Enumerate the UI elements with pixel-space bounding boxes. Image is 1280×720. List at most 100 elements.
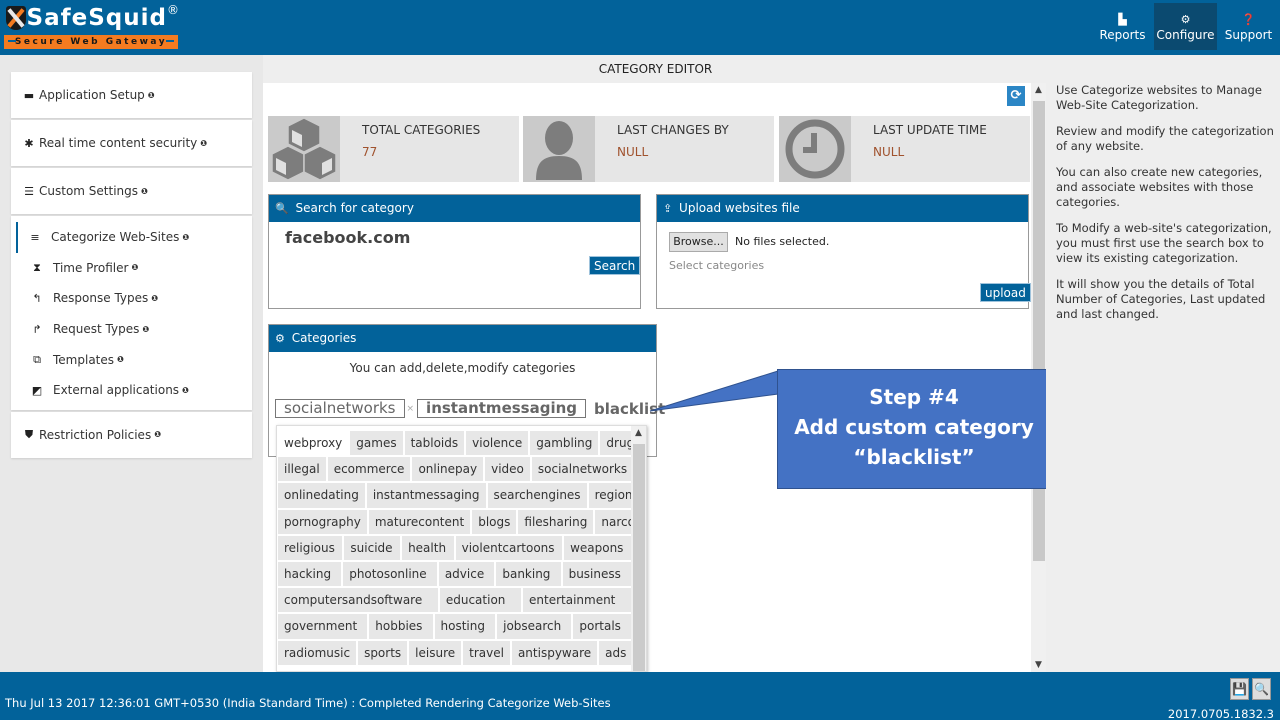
category-option[interactable]: socialnetworks [531,457,636,484]
category-option[interactable]: hobbies [369,614,435,641]
info-icon[interactable]: ❶ [151,294,158,303]
shield-icon: ⛊ [24,427,34,441]
sidebar-item-label: Categorize Web-Sites [51,230,180,245]
scroll-up-icon[interactable]: ▲ [1031,85,1046,95]
option-row: onlinedating instantmessaging searchengine… [278,483,646,510]
info-icon[interactable]: ❶ [148,91,155,100]
sidebar-item-time-profiler[interactable]: ⧗ Time Profiler ❶ [18,253,252,284]
info-icon[interactable]: ❶ [142,325,149,334]
category-option[interactable]: business [562,561,634,589]
category-option[interactable]: violentcartoons [455,535,565,562]
nav-configure[interactable]: ⚙ Configure [1154,3,1217,50]
file-status: No files selected. [735,235,830,248]
category-option[interactable]: health [402,535,456,562]
search-button[interactable]: Search [589,256,641,275]
remove-tag-icon[interactable]: × [407,404,415,414]
category-option[interactable]: religious [278,535,345,562]
category-option[interactable]: onlinepay [412,457,486,484]
sidebar-item-request-types[interactable]: ↱ Request Types ❶ [18,314,252,345]
category-option[interactable]: antispyware [511,640,600,667]
category-tag-input[interactable]: socialnetworks × instantmessaging blackl… [275,399,665,418]
category-option[interactable]: tabloids [404,431,467,458]
sidebar-item-application-setup[interactable]: ▬ Application Setup ❶ [11,72,252,118]
category-option[interactable]: computersandsoftware [278,588,440,615]
scrollbar-thumb[interactable] [1033,101,1045,561]
sidebar-item-templates[interactable]: ⧉ Templates ❶ [18,344,252,375]
category-option[interactable]: photosonline [343,561,439,589]
category-option[interactable]: hacking [278,561,344,589]
sidebar-item-external-applications[interactable]: ◩ External applications ❶ [18,375,252,406]
scroll-up-icon[interactable]: ▲ [631,428,646,438]
search-footer-button[interactable]: 🔍 [1252,678,1271,700]
safesquid-logo[interactable]: SafeSquid® Secure Web Gateway [4,3,180,51]
info-icon[interactable]: ❶ [141,187,148,196]
category-option[interactable]: weapons [564,535,633,562]
sidebar-item-label: Response Types [53,291,149,306]
category-option[interactable]: illegal [278,457,328,484]
category-option[interactable]: instantmessaging [366,483,488,510]
category-option[interactable]: searchengines [487,483,589,510]
question-circle-icon: ❓ [1241,12,1256,26]
category-option[interactable]: portals [573,614,634,641]
category-option[interactable]: radiomusic [278,640,359,667]
category-option[interactable]: onlinedating [278,483,367,510]
category-option[interactable]: travel [463,640,512,667]
category-option[interactable]: government [278,614,370,641]
info-icon[interactable]: ❶ [182,386,189,395]
database-icon: ≡ [30,230,40,244]
category-option[interactable]: pornography [278,509,369,536]
sidebar-item-label: Request Types [53,322,140,337]
info-icon[interactable]: ❶ [117,355,124,364]
category-option[interactable]: violence [466,431,531,458]
nav-support[interactable]: ❓ Support [1217,3,1280,50]
info-icon[interactable]: ❶ [182,233,189,242]
category-option[interactable]: webproxy [278,431,351,458]
category-option[interactable]: leisure [409,640,464,667]
callout-pointer [649,370,779,412]
category-option[interactable]: video [485,457,532,484]
scrollbar-thumb[interactable] [633,444,645,671]
scroll-down-icon[interactable]: ▼ [1031,660,1046,670]
dropdown-scrollbar[interactable]: ▲ [631,426,646,671]
category-option[interactable]: blogs [472,509,519,536]
page-title: CATEGORY EDITOR [263,55,1048,83]
info-icon[interactable]: ❶ [200,139,207,148]
nav-reports[interactable]: ▙ Reports [1091,3,1154,50]
stat-value: NULL [873,145,905,159]
category-option[interactable]: maturecontent [368,509,473,536]
selected-tag[interactable]: instantmessaging [417,399,587,418]
selected-tag[interactable]: socialnetworks [275,399,405,418]
brand-name: SafeSquid® [26,3,180,31]
info-icon[interactable]: ❶ [131,263,138,272]
select-categories-input[interactable]: Select categories [669,259,764,272]
category-option[interactable]: advice [438,561,497,589]
sidebar-item-categorize-websites[interactable]: ≡ Categorize Web-Sites ❶ [16,222,252,253]
category-option[interactable]: ecommerce [327,457,413,484]
category-option[interactable]: gambling [530,431,601,458]
sidebar-group-application-setup: ▬ Application Setup ❶ [11,72,252,118]
category-option[interactable]: jobsearch [497,614,574,641]
category-option[interactable]: sports [358,640,410,667]
help-panel: Use Categorize websites to Manage Web-Si… [1046,55,1280,672]
category-option[interactable]: filesharing [518,509,596,536]
search-input[interactable]: facebook.com [285,228,410,247]
category-option[interactable]: banking [496,561,563,589]
sidebar-item-response-types[interactable]: ↰ Response Types ❶ [18,283,252,314]
help-text: You can also create new categories, and … [1056,165,1263,209]
category-option[interactable]: games [350,431,405,458]
save-button[interactable]: 💾 [1230,678,1249,700]
upload-button[interactable]: upload [980,283,1031,302]
upload-websites-panel: ⇪ Upload websites file Browse... No file… [656,194,1031,309]
sidebar-item-realtime-content-security[interactable]: ✱ Real time content security ❶ [11,120,252,166]
info-icon[interactable]: ❶ [154,430,161,439]
category-option[interactable]: education [439,588,523,615]
top-navigation: ▙ Reports ⚙ Configure ❓ Support [1091,3,1280,50]
sidebar-item-restriction-policies[interactable]: ⛊ Restriction Policies ❶ [11,412,252,458]
category-option[interactable]: hosting [434,614,498,641]
category-option[interactable]: entertainment [523,588,633,615]
browse-button[interactable]: Browse... [669,232,728,252]
refresh-button[interactable]: ⟳ [1007,86,1025,106]
category-option[interactable]: ads [599,640,635,667]
sidebar-item-custom-settings[interactable]: ☰ Custom Settings ❶ [11,168,252,214]
category-option[interactable]: suicide [344,535,403,562]
